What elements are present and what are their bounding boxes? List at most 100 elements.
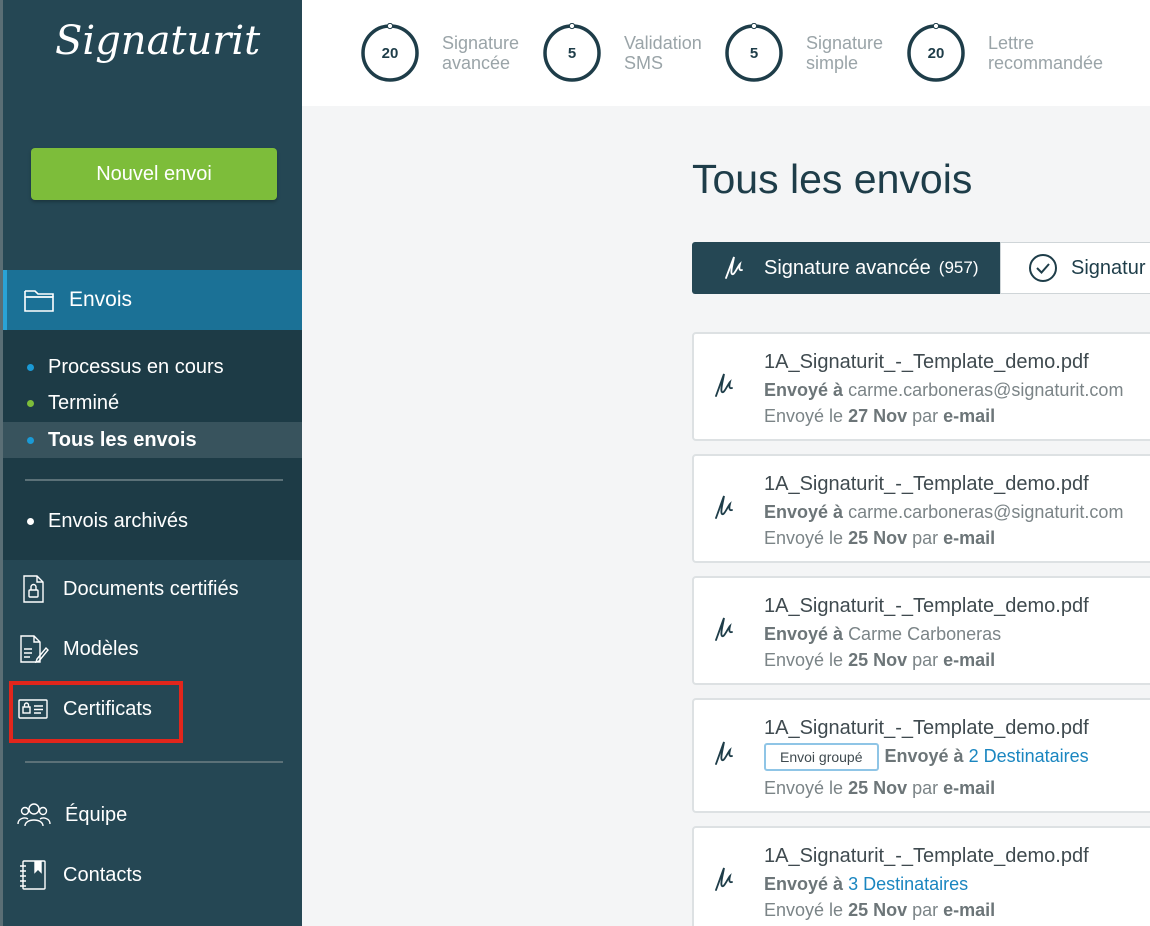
list-item[interactable]: 1A_Signaturit_-_Template_demo.pdf Envoyé… — [692, 454, 1150, 563]
counter-value: 5 — [567, 44, 577, 62]
counter-label: Validation SMS — [624, 33, 702, 73]
counter-label-line2: avancée — [442, 53, 511, 73]
document-name[interactable]: 1A_Signaturit_-_Template_demo.pdf — [764, 845, 1089, 868]
counter-simple-signature: 5 Signature simple — [724, 22, 883, 84]
sidebar-item-label: Modèles — [63, 637, 139, 660]
progress-ring: 5 — [542, 22, 602, 83]
counter-registered-letter: 20 Lettre recommandée — [906, 22, 1103, 84]
by-label: par — [912, 900, 939, 920]
by-label: par — [912, 528, 939, 548]
tab-count: (957) — [938, 258, 979, 277]
sidebar: Signaturit Nouvel envoi Envois Processus… — [0, 0, 302, 926]
counter-label: Lettre recommandée — [988, 33, 1103, 73]
sidebar-item-team[interactable]: Équipe — [3, 790, 302, 840]
group-send-badge: Envoi groupé — [764, 743, 879, 771]
subnav-label: Tous les envois — [48, 428, 197, 451]
sidebar-item-envois[interactable]: Envois — [3, 270, 302, 330]
status-dot — [27, 436, 34, 444]
progress-ring: 20 — [906, 22, 966, 83]
counter-advanced-signature: 20 Signature avancée — [360, 22, 519, 84]
sent-to-label: Envoyé à — [764, 380, 844, 400]
counter-value: 20 — [381, 44, 399, 62]
tab-label: Signatur — [1071, 256, 1146, 279]
channel: e-mail — [943, 778, 996, 798]
recipient-line: Envoyé à Carme Carboneras — [764, 624, 1001, 645]
signature-icon — [715, 495, 733, 519]
envois-subnav: Processus en cours Terminé Tous les envo… — [3, 330, 302, 560]
sidebar-item-label: Documents certifiés — [63, 577, 239, 600]
recipient-line: Envoi groupé Envoyé à 2 Destinataires — [764, 743, 1089, 771]
contacts-book-icon — [20, 860, 46, 890]
counter-value: 20 — [927, 44, 945, 62]
sent-date: 25 Nov — [848, 528, 908, 548]
counter-label: Signature simple — [806, 33, 883, 73]
document-name[interactable]: 1A_Signaturit_-_Template_demo.pdf — [764, 717, 1089, 740]
list-item[interactable]: 1A_Signaturit_-_Template_demo.pdf Envoyé… — [692, 826, 1150, 926]
recipients-link[interactable]: 2 Destinataires — [969, 746, 1089, 766]
certificates-highlight-box — [9, 681, 183, 743]
counter-label-line1: Signature — [806, 33, 884, 53]
sidebar-divider — [25, 479, 283, 481]
sent-to-label: Envoyé à — [764, 502, 844, 522]
by-label: par — [912, 650, 939, 670]
channel: e-mail — [943, 650, 996, 670]
sent-date: 25 Nov — [848, 900, 908, 920]
recipients-link[interactable]: 3 Destinataires — [848, 874, 968, 894]
by-label: par — [912, 778, 939, 798]
counter-label-line1: Lettre — [988, 33, 1035, 53]
date-prefix: Envoyé le — [764, 900, 844, 920]
sent-to-label: Envoyé à — [764, 624, 844, 644]
subnav-label: Envois archivés — [48, 509, 189, 532]
counter-label: Signature avancée — [442, 33, 519, 73]
counter-label-line2: SMS — [624, 53, 664, 73]
list-item[interactable]: 1A_Signaturit_-_Template_demo.pdf Envoyé… — [692, 576, 1150, 685]
date-line: Envoyé le 25 Nov par e-mail — [764, 650, 995, 671]
subnav-item-completed[interactable]: Terminé — [3, 385, 302, 421]
list-item[interactable]: 1A_Signaturit_-_Template_demo.pdf Envoi … — [692, 698, 1150, 813]
subnav-item-in-progress[interactable]: Processus en cours — [3, 349, 302, 385]
recipient: carme.carboneras@signaturit.com — [848, 502, 1124, 522]
tab-signature[interactable]: Signatur — [1000, 242, 1150, 294]
sent-date: 25 Nov — [848, 650, 908, 670]
sidebar-item-certified-documents[interactable]: Documents certifiés — [3, 564, 302, 614]
page-title: Tous les envois — [692, 156, 973, 202]
sidebar-divider — [25, 761, 283, 763]
counter-label-line1: Validation — [624, 33, 702, 53]
sidebar-item-label: Contacts — [63, 863, 142, 886]
signature-icon — [715, 373, 733, 397]
list-item[interactable]: 1A_Signaturit_-_Template_demo.pdf Envoyé… — [692, 332, 1150, 441]
date-line: Envoyé le 27 Nov par e-mail — [764, 406, 995, 427]
status-dot — [27, 517, 34, 525]
sidebar-item-label: Équipe — [65, 803, 128, 826]
date-prefix: Envoyé le — [764, 528, 844, 548]
sent-date: 27 Nov — [848, 406, 908, 426]
date-line: Envoyé le 25 Nov par e-mail — [764, 900, 995, 921]
counter-label-line2: simple — [806, 53, 859, 73]
tab-advanced-signature[interactable]: Signature avancée (957) — [692, 242, 1000, 294]
channel: e-mail — [943, 406, 996, 426]
folder-icon — [24, 290, 54, 312]
counter-label-line2: recommandée — [988, 53, 1104, 73]
subnav-item-all[interactable]: Tous les envois — [3, 422, 302, 458]
subnav-label: Terminé — [48, 391, 120, 414]
counter-value: 5 — [749, 44, 759, 62]
document-name[interactable]: 1A_Signaturit_-_Template_demo.pdf — [764, 351, 1089, 374]
date-line: Envoyé le 25 Nov par e-mail — [764, 778, 995, 799]
new-send-button[interactable]: Nouvel envoi — [31, 148, 277, 200]
signaturit-logo[interactable]: Signaturit — [55, 18, 260, 88]
signature-icon — [715, 741, 733, 765]
counter-sms-validation: 5 Validation SMS — [542, 22, 702, 84]
sidebar-item-contacts[interactable]: Contacts — [3, 850, 302, 900]
recipient-line: Envoyé à carme.carboneras@signaturit.com — [764, 502, 1123, 523]
sidebar-item-templates[interactable]: Modèles — [3, 624, 302, 674]
subnav-label: Processus en cours — [48, 355, 224, 378]
subnav-item-archived[interactable]: Envois archivés — [3, 503, 302, 539]
progress-ring: 20 — [360, 22, 420, 83]
recipient-line: Envoyé à 3 Destinataires — [764, 874, 968, 895]
status-dot — [27, 363, 34, 371]
sent-to-label: Envoyé à — [764, 874, 844, 894]
by-label: par — [912, 406, 939, 426]
channel: e-mail — [943, 900, 996, 920]
document-name[interactable]: 1A_Signaturit_-_Template_demo.pdf — [764, 595, 1089, 618]
document-name[interactable]: 1A_Signaturit_-_Template_demo.pdf — [764, 473, 1089, 496]
